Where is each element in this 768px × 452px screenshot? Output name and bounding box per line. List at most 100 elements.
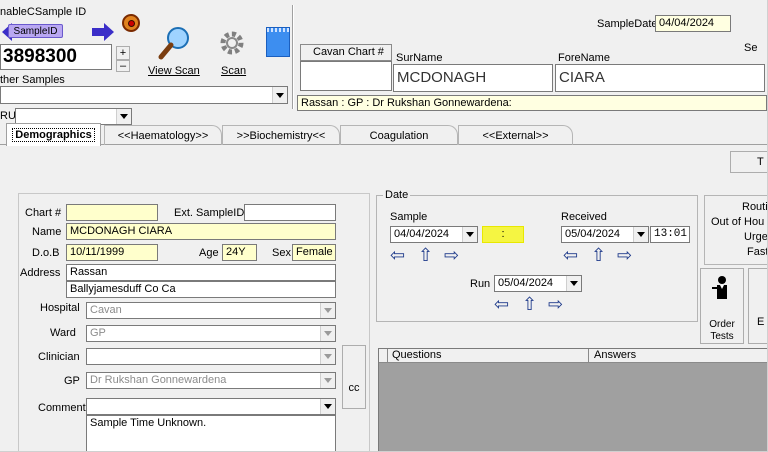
tab-biochemistry-label: >>Biochemistry<< — [236, 129, 326, 142]
sample-date-field[interactable]: 04/04/2024 — [655, 15, 731, 32]
address-label: Address — [20, 267, 61, 279]
gp-select[interactable]: Dr Rukshan Gonnewardena — [86, 372, 336, 389]
received-label: Received — [561, 211, 607, 223]
gp-info-bar: Rassan : GP : Dr Rukshan Gonnewardena: — [297, 95, 767, 111]
surname-value: MCDONAGH — [397, 69, 487, 86]
sex-label: Sex — [272, 247, 291, 259]
forename-field[interactable]: CIARA — [555, 64, 765, 92]
received-next-arrow-icon[interactable]: ⇨ — [617, 246, 632, 264]
address-line1-field[interactable]: Rassan — [66, 264, 336, 281]
magnifier-icon — [158, 27, 189, 60]
tab-demographics[interactable]: Demographics — [6, 123, 101, 146]
header-row-selector — [379, 349, 388, 362]
cc-button[interactable]: cc — [342, 345, 366, 409]
hospital-value: Cavan — [90, 304, 122, 316]
tab-haematology-label: <<Haematology>> — [117, 129, 209, 142]
sample-number-value: 3898300 — [3, 46, 77, 67]
questions-column-header[interactable]: Questions — [389, 349, 589, 362]
order-tests-label: Order Tests — [709, 319, 735, 342]
surname-field[interactable]: MCDONAGH — [393, 64, 553, 92]
received-up-arrow-icon[interactable]: ⇧ — [591, 246, 606, 264]
gear-icon — [220, 31, 244, 55]
name-field[interactable]: MCDONAGH CIARA — [66, 223, 336, 240]
sample-decrement-button[interactable]: – — [116, 60, 130, 72]
received-time-field[interactable]: 13:01 — [650, 226, 690, 243]
dob-field[interactable]: 10/11/1999 — [66, 244, 158, 261]
hospital-select[interactable]: Cavan — [86, 302, 336, 319]
sex-field[interactable]: Female — [292, 244, 336, 261]
other-samples-label: ther Samples — [0, 74, 65, 86]
view-scan-button[interactable]: View Scan — [145, 24, 203, 82]
sample-date-select[interactable]: 04/04/2024 — [390, 226, 478, 243]
sample-next-arrow-icon[interactable]: ⇨ — [444, 246, 459, 264]
scan-button[interactable]: Scan — [207, 24, 255, 82]
run-next-arrow-icon[interactable]: ⇨ — [548, 295, 563, 313]
answers-column-header[interactable]: Answers — [591, 349, 767, 362]
run-date-value: 05/04/2024 — [498, 277, 554, 289]
received-date-select[interactable]: 05/04/2024 — [561, 226, 649, 243]
sample-source-select[interactable] — [0, 86, 288, 104]
ward-select[interactable]: GP — [86, 325, 336, 342]
right-action-label: T — [757, 156, 764, 168]
clinician-label: Clinician — [38, 351, 80, 363]
gp-value: Dr Rukshan Gonnewardena — [90, 374, 227, 386]
comment-text-area[interactable]: Sample Time Unknown. — [86, 415, 336, 451]
priority-fasting: Fasti — [747, 246, 767, 258]
chart-field[interactable] — [66, 204, 158, 221]
tab-biochemistry[interactable]: >>Biochemistry<< — [222, 125, 340, 145]
comment-label: Comment — [38, 402, 86, 414]
sample-id-button-label: SampleID — [13, 25, 58, 37]
ext-sample-id-field[interactable] — [244, 204, 336, 221]
chart-number-field[interactable] — [300, 61, 392, 91]
address-line2-field[interactable]: Ballyjamesduff Co Ca — [66, 281, 336, 298]
age-label: Age — [199, 247, 219, 259]
tab-external[interactable]: <<External>> — [458, 125, 573, 145]
ext-sample-id-label: Ext. SampleID — [174, 207, 245, 219]
chart-number-button[interactable]: Cavan Chart # — [300, 44, 392, 61]
header-divider — [292, 5, 294, 109]
run-up-arrow-icon[interactable]: ⇧ — [522, 295, 537, 313]
right-action-button[interactable]: T — [730, 151, 767, 173]
date-group-title: Date — [383, 189, 411, 201]
sample-prev-arrow-icon[interactable]: ⇦ — [390, 246, 405, 264]
questions-header-row: Questions Answers — [379, 349, 767, 363]
ward-value: GP — [90, 327, 106, 339]
sample-increment-button[interactable]: + — [116, 46, 130, 60]
se-label: Se — [744, 42, 758, 54]
secondary-side-label: E — [757, 316, 765, 328]
view-scan-label: View Scan — [148, 65, 200, 77]
tab-coagulation-label: Coagulation — [369, 129, 429, 142]
priority-urgent: Urge — [744, 231, 768, 243]
sample-time-value: : — [501, 228, 505, 240]
sample-date-value: 04/04/2024 — [394, 228, 450, 240]
sample-up-arrow-icon[interactable]: ⇧ — [418, 246, 433, 264]
cc-button-label: cc — [348, 382, 360, 394]
sample-time-field[interactable]: : — [482, 226, 524, 243]
sample-id-button[interactable]: SampleID — [8, 24, 63, 38]
order-tests-button[interactable]: Order Tests — [700, 268, 744, 344]
questions-table[interactable]: Questions Answers — [378, 348, 767, 451]
surname-label: SurName — [396, 52, 443, 64]
run-label: Run — [470, 278, 491, 290]
clinician-select[interactable] — [86, 348, 336, 365]
sample-id-control[interactable]: SampleID — [2, 20, 118, 44]
hospital-label: Hospital — [40, 302, 80, 314]
run-prev-arrow-icon[interactable]: ⇦ — [494, 295, 509, 313]
secondary-side-button[interactable]: E — [748, 268, 767, 344]
received-prev-arrow-icon[interactable]: ⇦ — [563, 246, 578, 264]
record-target-icon[interactable] — [122, 14, 140, 32]
chart-label: Chart # — [25, 207, 62, 219]
dob-label: D.o.B — [32, 247, 60, 259]
chart-number-button-label: Cavan Chart # — [313, 46, 384, 58]
tab-coagulation[interactable]: Coagulation — [340, 125, 458, 145]
notepad-icon[interactable] — [266, 27, 290, 57]
comment-select[interactable] — [86, 398, 336, 415]
forename-value: CIARA — [559, 69, 605, 86]
sample-number-display[interactable]: 3898300 — [0, 44, 112, 70]
run-date-select[interactable]: 05/04/2024 — [494, 275, 582, 292]
name-label: Name — [32, 226, 62, 238]
priority-out-of-hours: Out of Hou — [711, 216, 765, 228]
age-field[interactable]: 24Y — [222, 244, 257, 261]
received-time-value: 13:01 — [654, 228, 688, 240]
tab-haematology[interactable]: <<Haematology>> — [104, 125, 222, 145]
